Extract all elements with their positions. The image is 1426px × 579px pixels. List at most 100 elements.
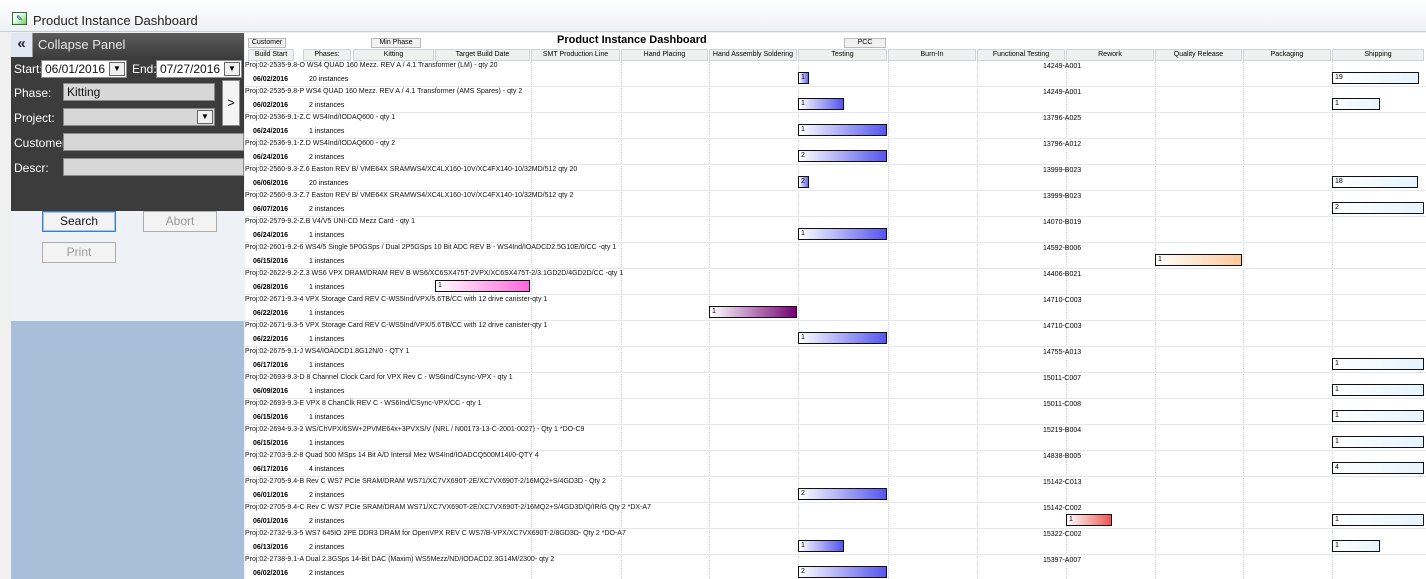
column-header[interactable]: Hand Assembly Soldering (709, 49, 797, 61)
row-serial: 15397-A007 (1043, 557, 1082, 564)
table-row[interactable]: Proj:02-2705-9.4-B Rev C WS7 PCIe SRAM/D… (245, 477, 1426, 503)
phase-bar[interactable]: 1 (798, 540, 845, 552)
table-row[interactable]: Proj:02-2671-9.3-5 VPX Storage Card REV … (245, 321, 1426, 347)
phase-bar[interactable]: 1 (798, 332, 887, 344)
column-header[interactable]: Quality Release (1155, 49, 1242, 61)
chevron-down-icon[interactable]: ▼ (197, 110, 213, 124)
table-row[interactable]: Proj:02-2536-9.1-Z.D WS4Ind/IODAQ600 - q… (245, 139, 1426, 165)
phase-bar[interactable]: 1 (1332, 410, 1424, 422)
table-row[interactable]: Proj:02-2693-9.3-D 8 Channel Clock Card … (245, 373, 1426, 399)
column-header[interactable]: Phases: (303, 49, 351, 61)
column-header[interactable]: SMT Production Line (531, 49, 620, 61)
table-row[interactable]: Proj:02-2738-9.1-A Dual 2.3GSps 14-Bit D… (245, 555, 1426, 579)
column-header[interactable]: Kitting (353, 49, 434, 61)
table-row[interactable]: Proj:02-2535-9.8-P WS4 QUAD 160 Mezz. RE… (245, 87, 1426, 113)
table-row[interactable]: Proj:02-2693-9.3-E VPX 8 ChanClk REV C -… (245, 399, 1426, 425)
min-phase-button[interactable]: Min Phase (371, 38, 421, 48)
row-build-date: 06/01/2016 (253, 518, 289, 525)
end-date-field[interactable]: 07/27/2016 ▼ (156, 60, 242, 78)
collapse-icon[interactable]: « (11, 33, 33, 57)
row-description: Proj:02-2693-9.3-E VPX 8 ChanClk REV C -… (245, 400, 482, 407)
row-description: Proj:02-2560-9.3-Z.6 Easton REV B/ VME64… (245, 166, 578, 173)
phase-bar[interactable]: 2 (798, 488, 887, 500)
table-row[interactable]: Proj:02-2536-9.1-Z.C WS4Ind/IODAQ600 - q… (245, 113, 1426, 139)
pcc-button[interactable]: PCC (844, 38, 886, 48)
row-serial: 13796-A012 (1043, 141, 1082, 148)
column-header[interactable]: Hand Placing (621, 49, 708, 61)
column-header[interactable]: Build Start (248, 49, 294, 61)
phase-bar[interactable]: 1 (1332, 540, 1380, 552)
row-instance-count: 1 instances (309, 258, 345, 265)
phase-bar[interactable]: 2 (798, 566, 887, 578)
column-header[interactable]: Packaging (1243, 49, 1331, 61)
column-header[interactable]: Shipping (1332, 49, 1424, 61)
row-serial: 14406-B021 (1043, 271, 1082, 278)
row-serial: 14710-C003 (1043, 323, 1082, 330)
table-row[interactable]: Proj:02-2705-9.4-C Rev C WS7 PCIe SRAM/D… (245, 503, 1426, 529)
row-build-date: 06/01/2016 (253, 492, 289, 499)
column-header[interactable]: Burn-In (888, 49, 976, 61)
phase-bar[interactable]: 1 (798, 72, 809, 84)
row-description: Proj:02-2622-9.2-Z.3 WS6 VPX DRAM/DRAM R… (245, 270, 624, 277)
customer-toggle-button[interactable]: Customer (248, 38, 286, 48)
row-instance-count: 2 instances (309, 492, 345, 499)
table-row[interactable]: Proj:02-2579-9.2-Z.B V4/V5 UNI-CD Mezz C… (245, 217, 1426, 243)
phase-bar[interactable]: 1 (1332, 436, 1424, 448)
phase-bar[interactable]: 1 (435, 280, 530, 292)
row-serial: 14070-B019 (1043, 219, 1082, 226)
table-row[interactable]: Proj:02-2675-9.1-J WS4/IOADCD1.8G12N/0 -… (245, 347, 1426, 373)
filters-area: Start: 06/01/2016 ▼ End: 07/27/2016 ▼ Ph… (11, 57, 244, 211)
phase-bar[interactable]: 2 (1332, 202, 1424, 214)
apply-filter-button[interactable]: > (222, 80, 240, 126)
abort-button[interactable]: Abort (143, 211, 217, 232)
phase-bar[interactable]: 2 (798, 176, 809, 188)
table-row[interactable]: Proj:02-2694-9.3-2 WS/ChVPX/6SW+2PVME64x… (245, 425, 1426, 451)
panel-header: « Collapse Panel (11, 33, 244, 57)
chevron-down-icon[interactable]: ▼ (109, 62, 125, 76)
phase-bar[interactable]: 18 (1332, 176, 1418, 188)
descr-label: Descr: (14, 161, 49, 175)
column-header[interactable]: Target Build Date (435, 49, 530, 61)
phase-bar[interactable]: 19 (1332, 72, 1420, 84)
table-row[interactable]: Proj:02-2703-9.2-8 Quad 500 MSps 14 Bit … (245, 451, 1426, 477)
phase-bar[interactable]: 1 (798, 98, 845, 110)
phase-bar[interactable]: 1 (709, 306, 797, 318)
phase-bar[interactable]: 1 (1332, 514, 1424, 526)
phase-bar[interactable]: 1 (1332, 358, 1424, 370)
print-button[interactable]: Print (42, 242, 116, 263)
row-instance-count: 20 instances (309, 180, 349, 187)
chevron-down-icon[interactable]: ▼ (224, 62, 240, 76)
collapse-panel-label[interactable]: Collapse Panel (38, 37, 125, 52)
column-header[interactable]: Testing (798, 49, 887, 61)
phase-bar[interactable]: 1 (1066, 514, 1112, 526)
customer-field[interactable] (63, 133, 244, 151)
table-row[interactable]: Proj:02-2535-9.8-O WS4 QUAD 160 Mezz. RE… (245, 61, 1426, 87)
phase-bar[interactable]: 2 (798, 150, 887, 162)
table-row[interactable]: Proj:02-2622-9.2-Z.3 WS6 VPX DRAM/DRAM R… (245, 269, 1426, 295)
phase-bar[interactable]: 1 (1332, 98, 1380, 110)
table-row[interactable]: Proj:02-2671-9.3-4 VPX Storage Card REV … (245, 295, 1426, 321)
table-row[interactable]: Proj:02-2560-9.3-Z.7 Easton REV B/ VME64… (245, 191, 1426, 217)
phase-bar[interactable]: 1 (1155, 254, 1242, 266)
title-bar: ✎ Product Instance Dashboard (0, 0, 1426, 32)
table-row[interactable]: Proj:02-2732-9.3-5 WS7 645IO 2PE DDR3 DR… (245, 529, 1426, 555)
phase-bar[interactable]: 1 (798, 124, 887, 136)
row-instance-count: 1 instances (309, 362, 345, 369)
phase-field[interactable]: Kitting (63, 83, 215, 101)
table-row[interactable]: Proj:02-2560-9.3-Z.6 Easton REV B/ VME64… (245, 165, 1426, 191)
row-description: Proj:02-2671-9.3-5 VPX Storage Card REV … (245, 322, 548, 329)
column-header[interactable]: Functional Testing (977, 49, 1065, 61)
row-serial: 15219-B004 (1043, 427, 1082, 434)
phase-bar[interactable]: 4 (1332, 462, 1424, 474)
column-header[interactable]: Rework (1066, 49, 1154, 61)
search-button[interactable]: Search (42, 211, 116, 232)
phase-bar[interactable]: 1 (798, 228, 887, 240)
start-date-field[interactable]: 06/01/2016 ▼ (41, 60, 127, 78)
table-row[interactable]: Proj:02-2601-9.2-6 WS4/5 Single 5P0GSps … (245, 243, 1426, 269)
row-build-date: 06/22/2016 (253, 310, 289, 317)
phase-bar[interactable]: 1 (1332, 384, 1424, 396)
row-description: Proj:02-2536-9.1-Z.C WS4Ind/IODAQ600 - q… (245, 114, 396, 121)
descr-field[interactable] (63, 158, 244, 176)
row-description: Proj:02-2579-9.2-Z.B V4/V5 UNI-CD Mezz C… (245, 218, 416, 225)
project-select[interactable]: ▼ (63, 108, 215, 126)
